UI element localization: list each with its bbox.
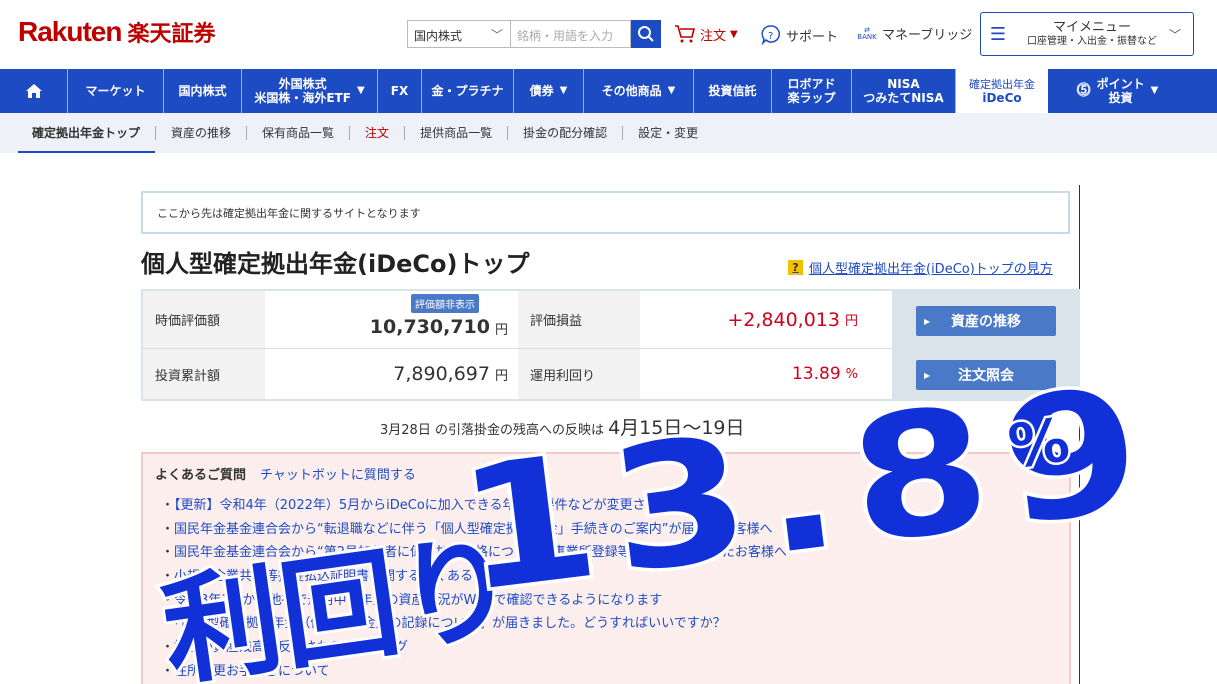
faq-title: よくあるご質問 — [155, 468, 247, 483]
subnav-ideco-top[interactable]: 確定拠出年金トップ — [18, 126, 157, 153]
subnav-holdings[interactable]: 保有商品一覧 — [247, 126, 351, 140]
nav-foreign-stock[interactable]: 外国株式 米国株・海外ETF ▼ — [242, 69, 378, 113]
nav-bonds[interactable]: 債券 ▼ — [514, 69, 584, 113]
page: Rakuten 楽天証券 国内株式 ﹀ 銘柄・用語を入力 注文 ▼ ? サポート… — [0, 0, 1217, 684]
subnav-asset-history[interactable]: 資産の推移 — [156, 126, 248, 140]
gain-label: 評価損益 — [518, 291, 640, 348]
money-bridge-label: マネーブリッジ — [882, 28, 973, 43]
my-menu-button[interactable]: ☰ マイメニュー 口座管理・入出金・振替など ﹀ — [980, 12, 1194, 56]
faq-item[interactable]: 「個人型確定拠出年金（個人型年金）の記録について」が届きました。どうすればいいで… — [161, 612, 787, 636]
subnav-allocation[interactable]: 掛金の配分確認 — [508, 126, 624, 140]
order-label: 注文 — [700, 28, 727, 44]
nav-nisa[interactable]: NISA つみたてNISA — [852, 69, 956, 113]
nav-investment-trust[interactable]: 投資信託 — [694, 69, 772, 113]
sub-nav: 確定拠出年金トップ 資産の推移 保有商品一覧 注文 提供商品一覧 掛金の配分確認… — [0, 113, 1217, 153]
reflection-date: 4月15日〜19日 — [608, 417, 745, 439]
yield-value: 13.89% — [791, 364, 858, 384]
yield-label: 運用利回り — [518, 349, 640, 399]
support-link[interactable]: ? サポート — [760, 24, 838, 46]
caret-down-icon: ▼ — [730, 28, 738, 40]
nav-point-invest[interactable]: ⓹ ポイント 投資 ▼ — [1048, 69, 1187, 113]
support-chat-icon: ? — [761, 25, 781, 46]
help-link-label: 個人型確定拠出年金(iDeCo)トップの見方 — [809, 262, 1053, 277]
caret-down-icon: ▼ — [356, 85, 365, 96]
chevron-down-icon: ﹀ — [1169, 27, 1182, 42]
asset-summary: 時価評価額 10,730,710 円 評価額非表示 評価損益 +2,840,013… — [141, 289, 1080, 401]
cart-icon — [675, 25, 696, 43]
hide-value-badge[interactable]: 評価額非表示 — [411, 294, 479, 313]
point-coin-icon: ⓹ — [1076, 82, 1091, 99]
gain-value: +2,840,013 円 — [727, 308, 858, 331]
svg-text:?: ? — [768, 31, 773, 42]
user-menu-icon: ☰ — [989, 23, 1007, 45]
asset-history-button[interactable]: ▶ 資産の推移 — [916, 306, 1056, 336]
my-menu-subtitle: 口座管理・入出金・振替など — [1027, 35, 1157, 47]
nav-ideco[interactable]: 確定拠出年金 iDeCo — [956, 69, 1048, 113]
caret-down-icon: ▼ — [667, 85, 676, 96]
nav-home[interactable] — [0, 69, 68, 113]
faq-item[interactable]: 掛金が資産残高に反映されるタイミング — [161, 636, 787, 660]
rakuten-logo[interactable]: Rakuten 楽天証券 — [18, 16, 215, 48]
page-title: 個人型確定拠出年金(iDeCo)トップ — [141, 250, 530, 278]
faq-item[interactable]: 【更新】令和4年（2022年）5月からiDeCoに加入できる年齢の要件などが変更… — [161, 494, 787, 518]
site-notice: ここから先は確定拠出年金に関するサイトとなります — [141, 191, 1070, 234]
money-bridge-link[interactable]: ⇄ BANK マネーブリッジ — [856, 24, 972, 43]
caret-down-icon: ▼ — [559, 85, 568, 96]
main-nav: マーケット 国内株式 外国株式 米国株・海外ETF ▼ FX 金・プラチナ 債券 ▼ … — [0, 69, 1217, 113]
nav-fx[interactable]: FX — [378, 69, 422, 113]
summary-actions: ▶ 資産の推移 ▶ 注文照会 — [892, 291, 1078, 399]
nav-gold-platinum[interactable]: 金・プラチナ — [422, 69, 514, 113]
reflection-notice: 3月28日 の引落掛金の残高への反映は 4月15日〜19日 — [380, 417, 745, 439]
logo-text-jp: 楽天証券 — [127, 22, 216, 47]
my-menu-title: マイメニュー — [1052, 20, 1131, 36]
faq-item[interactable]: 住所変更お手続きについて — [161, 660, 787, 684]
search-input[interactable]: 銘柄・用語を入力 — [511, 20, 631, 48]
logo-text-en: Rakuten — [18, 16, 122, 47]
help-icon: ? — [788, 260, 803, 275]
chevron-down-icon: ﹀ — [490, 28, 503, 42]
support-label: サポート — [786, 29, 839, 45]
arrow-right-icon: ▶ — [924, 316, 931, 326]
faq-item[interactable]: 令和3年1月から他社で運用中の年金の資産状況がWEBで確認できるようになります — [161, 589, 787, 613]
nav-robo-advisor[interactable]: ロボアド 楽ラップ — [772, 69, 852, 113]
home-icon — [25, 84, 42, 98]
faq-box: よくあるご質問チャットボットに質問する 【更新】令和4年（2022年）5月からi… — [141, 452, 1071, 684]
header: Rakuten 楽天証券 国内株式 ﹀ 銘柄・用語を入力 注文 ▼ ? サポート… — [0, 0, 1217, 69]
search-category-select[interactable]: 国内株式 ﹀ — [407, 20, 511, 48]
help-link[interactable]: ? 個人型確定拠出年金(iDeCo)トップの見方 — [788, 258, 1053, 277]
faq-item[interactable]: 小規模企業共済等掛金払込証明書に関するよくあるお問い合わせ — [161, 565, 787, 589]
subnav-settings[interactable]: 設定・変更 — [623, 126, 713, 140]
invested-value: 7,890,697 円 — [393, 363, 508, 385]
search-bar: 国内株式 ﹀ 銘柄・用語を入力 — [407, 20, 661, 48]
subnav-products[interactable]: 提供商品一覧 — [405, 126, 509, 140]
faq-item[interactable]: 国民年金基金連合会から“第2号加入者に係る加入資格について（事業所登録等届出書）… — [161, 541, 787, 565]
faq-item[interactable]: 国民年金基金連合会から“転退職などに伴う「個人型確定拠出年金」手続きのご案内”が… — [161, 518, 787, 542]
content-frame-border — [1079, 185, 1080, 684]
caret-down-icon: ▼ — [1150, 85, 1159, 96]
nav-market[interactable]: マーケット — [68, 69, 164, 113]
faq-list: 【更新】令和4年（2022年）5月からiDeCoに加入できる年齢の要件などが変更… — [161, 494, 787, 684]
chatbot-link[interactable]: チャットボットに質問する — [260, 468, 416, 483]
arrow-right-icon: ▶ — [924, 370, 931, 380]
market-value-label: 時価評価額 — [143, 291, 265, 348]
search-button[interactable] — [631, 20, 661, 48]
invested-label: 投資累計額 — [143, 349, 265, 399]
search-icon — [638, 26, 654, 42]
order-menu[interactable]: 注文 ▼ — [674, 24, 738, 44]
bank-transfer-icon: ⇄ BANK — [857, 25, 877, 41]
nav-other-products[interactable]: その他商品 ▼ — [584, 69, 694, 113]
market-value: 10,730,710 円 — [369, 316, 508, 338]
subnav-order[interactable]: 注文 — [350, 126, 406, 140]
order-inquiry-button[interactable]: ▶ 注文照会 — [916, 360, 1056, 390]
nav-domestic-stock[interactable]: 国内株式 — [164, 69, 242, 113]
